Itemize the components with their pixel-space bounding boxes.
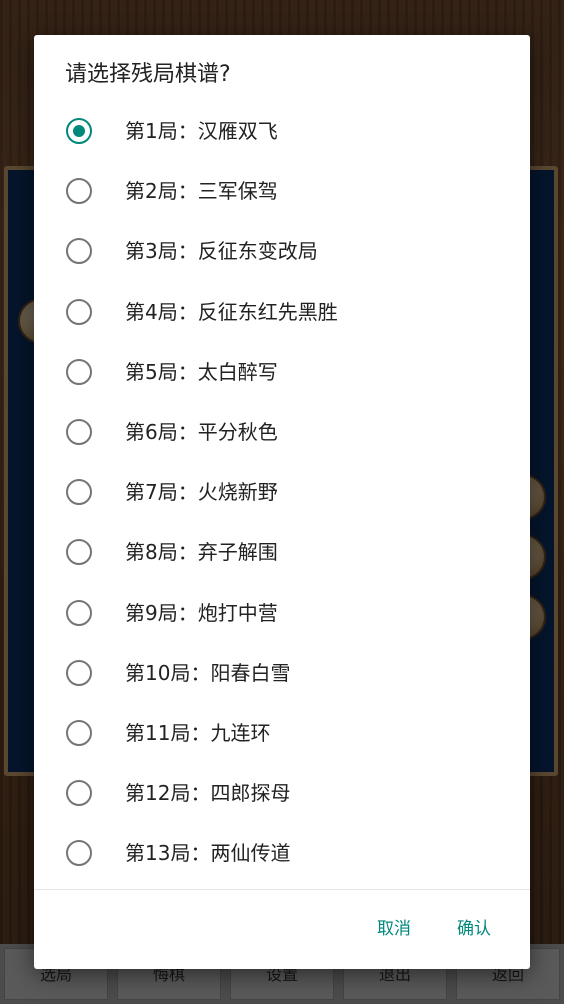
endgame-option[interactable]: 第5局：太白醉写: [34, 342, 530, 402]
endgame-option-label: 第5局：太白醉写: [125, 359, 278, 384]
cancel-button[interactable]: 取消: [371, 911, 417, 947]
radio-unchecked-icon[interactable]: [66, 178, 92, 205]
endgame-option-label: 第10局：阳春白雪: [125, 660, 291, 685]
endgame-option-label: 第6局：平分秋色: [125, 419, 278, 444]
radio-unchecked-icon[interactable]: [66, 539, 92, 566]
radio-checked-icon[interactable]: [66, 118, 92, 144]
endgame-option[interactable]: 第10局：阳春白雪: [34, 643, 530, 703]
dialog-divider: [34, 889, 530, 890]
endgame-option[interactable]: 第11局：九连环: [34, 703, 530, 763]
endgame-option-label: 第3局：反征东变改局: [125, 239, 318, 264]
radio-dot-icon: [73, 125, 85, 137]
radio-unchecked-icon[interactable]: [66, 358, 92, 385]
radio-unchecked-icon[interactable]: [66, 659, 92, 686]
endgame-option-list: 第1局：汉雁双飞 第2局：三军保驾第3局：反征东变改局 第4局：反征东红先黑胜 第5局…: [34, 101, 530, 883]
endgame-option-label: 第11局：九连环: [125, 720, 271, 745]
endgame-option[interactable]: 第4局：反征东红先黑胜: [34, 282, 530, 342]
endgame-option[interactable]: 第6局：平分秋色: [34, 402, 530, 462]
radio-unchecked-icon[interactable]: [66, 298, 92, 325]
endgame-option-label: 第4局：反征东红先黑胜: [125, 299, 338, 324]
endgame-option[interactable]: 第1局：汉雁双飞: [34, 101, 530, 161]
endgame-option[interactable]: 第7局：火烧新野: [34, 462, 530, 522]
endgame-option[interactable]: 第3局：反征东变改局: [34, 221, 530, 281]
endgame-option[interactable]: 第13局：两仙传道: [34, 823, 530, 883]
endgame-option-label: 第13局：两仙传道: [125, 841, 291, 866]
radio-unchecked-icon[interactable]: [66, 479, 92, 506]
endgame-option-label: 第1局：汉雁双飞: [125, 119, 278, 143]
endgame-option[interactable]: 第12局：四郎探母: [34, 763, 530, 823]
radio-unchecked-icon[interactable]: [66, 780, 92, 807]
endgame-option-label: 第9局：炮打中营: [125, 600, 278, 625]
select-endgame-dialog: 请选择残局棋谱? 第1局：汉雁双飞 第2局：三军保驾第3局：反征东变改局 第4局：反…: [34, 35, 530, 969]
endgame-option-label: 第12局：四郎探母: [125, 781, 291, 806]
endgame-option-label: 第2局：三军保驾: [125, 179, 278, 204]
radio-unchecked-icon[interactable]: [66, 418, 92, 445]
radio-unchecked-icon[interactable]: [66, 599, 92, 626]
endgame-option[interactable]: 第2局：三军保驾: [34, 161, 530, 221]
endgame-option[interactable]: 第9局：炮打中营: [34, 583, 530, 643]
endgame-option[interactable]: 第8局：弃子解围: [34, 522, 530, 582]
radio-unchecked-icon[interactable]: [66, 238, 92, 265]
confirm-button[interactable]: 确认: [451, 911, 497, 947]
endgame-option-label: 第7局：火烧新野: [125, 480, 278, 505]
radio-unchecked-icon[interactable]: [66, 719, 92, 746]
radio-unchecked-icon[interactable]: [66, 840, 92, 867]
dialog-title: 请选择残局棋谱?: [65, 62, 231, 87]
endgame-option-label: 第8局：弃子解围: [125, 540, 278, 565]
